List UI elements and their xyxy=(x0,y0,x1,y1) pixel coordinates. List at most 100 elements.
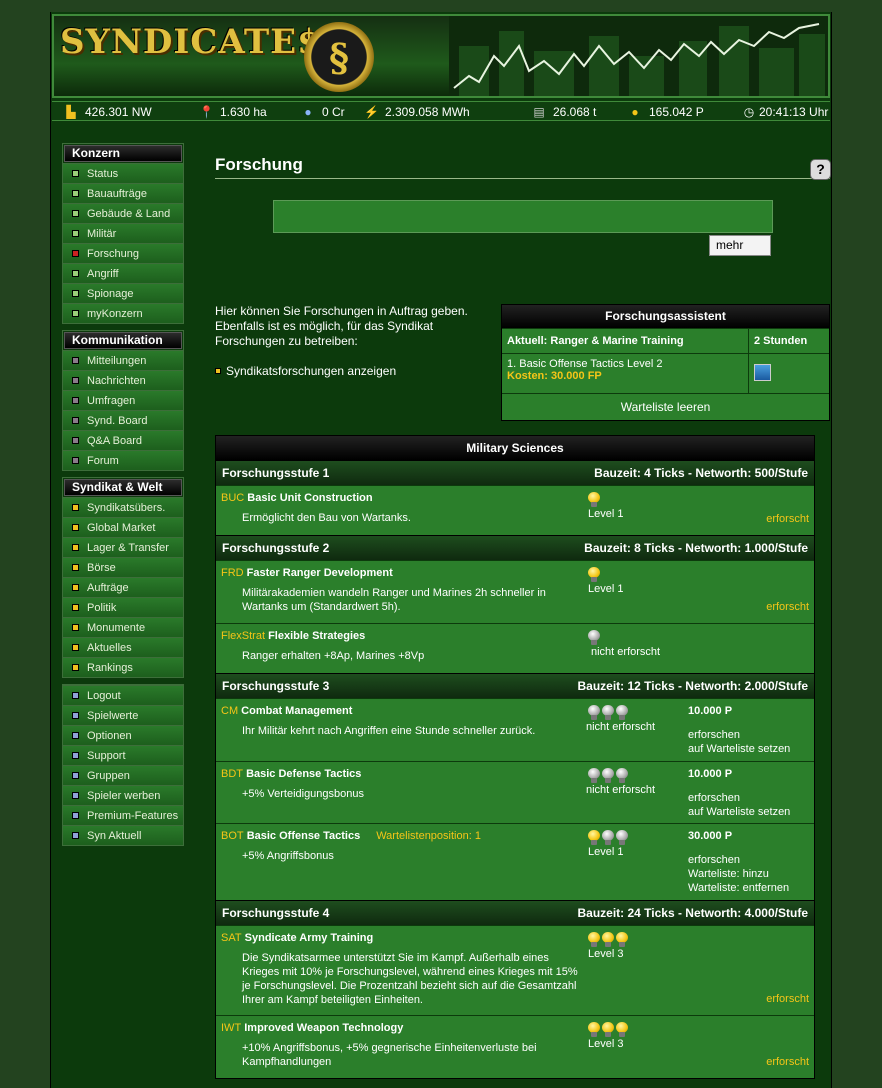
research-action-link[interactable]: Warteliste: entfernen xyxy=(688,881,789,895)
help-button[interactable]: ? xyxy=(810,159,831,180)
sidebar-item-label: Aufträge xyxy=(87,581,129,594)
mehr-button[interactable]: mehr xyxy=(709,235,771,256)
sidebar-item[interactable]: Angriff xyxy=(63,263,183,283)
lightbulb-icon xyxy=(588,830,600,845)
sidebar-item[interactable]: myKonzern xyxy=(63,303,183,323)
lightbulb-icon xyxy=(588,1022,600,1037)
bullet-icon xyxy=(72,290,79,297)
level-name: Forschungsstufe 3 xyxy=(222,679,330,693)
sidebar-item[interactable]: Aufträge xyxy=(63,577,183,597)
assistant-current: Aktuell: Ranger & Marine Training xyxy=(502,329,748,353)
sidebar-item-label: Logout xyxy=(87,689,121,702)
sidebar-item[interactable]: Rankings xyxy=(63,657,183,677)
sidebar-item[interactable]: Nachrichten xyxy=(63,370,183,390)
sidebar-item[interactable]: Forum xyxy=(63,450,183,470)
bullet-icon xyxy=(72,812,79,819)
research-status: Level 1 xyxy=(588,846,624,858)
research-level-header: Forschungsstufe 3 Bauzeit: 12 Ticks - Net… xyxy=(216,673,814,698)
sidebar-item-label: Börse xyxy=(87,561,116,574)
bullet-icon xyxy=(72,524,79,531)
syndicates-logo[interactable]: SYNDICATE$ xyxy=(60,22,322,62)
credits-value: 0 Cr xyxy=(322,105,345,119)
sidebar-item[interactable]: Politik xyxy=(63,597,183,617)
sidebar-item[interactable]: Spionage xyxy=(63,283,183,303)
menu-section: Konzern Status Bauaufträge Gebäude & Land Mi… xyxy=(62,143,184,324)
sidebar-item[interactable]: Spielwerte xyxy=(63,705,183,725)
research-action-link[interactable]: erforschen xyxy=(688,853,789,867)
sidebar-item[interactable]: Optionen xyxy=(63,725,183,745)
research-code: BOT xyxy=(221,830,244,842)
level-name: Forschungsstufe 1 xyxy=(222,466,330,480)
sidebar-item-label: Militär xyxy=(87,227,117,240)
research-title[interactable]: CM Combat Management xyxy=(221,705,352,717)
energy-stat: ⚡ 2.309.058 MWh xyxy=(364,104,470,120)
level-info: Bauzeit: 12 Ticks - Networth: 2.000/Stuf… xyxy=(577,679,808,693)
bullet-icon xyxy=(72,732,79,739)
sidebar-item[interactable]: Bauaufträge xyxy=(63,183,183,203)
research-action-link[interactable]: Warteliste: hinzu xyxy=(688,867,789,881)
sidebar-item-label: Monumente xyxy=(87,621,146,634)
bulb-base xyxy=(619,715,625,720)
research-actions: erforschen auf Warteliste setzen xyxy=(688,728,790,756)
sidebar-item[interactable]: Support xyxy=(63,745,183,765)
remove-from-queue-icon[interactable] xyxy=(754,364,771,381)
lightbulb-icon: ● xyxy=(631,105,639,119)
points-value: 165.042 P xyxy=(649,105,704,119)
sidebar-item-label: Optionen xyxy=(87,729,132,742)
research-actions: erforschen Warteliste: hinzu Warteliste: e… xyxy=(688,853,789,895)
bullet-icon xyxy=(72,504,79,511)
research-title[interactable]: IWT Improved Weapon Technology xyxy=(221,1022,403,1034)
bullet-icon xyxy=(72,310,79,317)
research-title[interactable]: BOT Basic Offense Tactics Wartelistenposi… xyxy=(221,830,481,842)
sidebar-item-label: Spionage xyxy=(87,287,134,300)
sidebar-item[interactable]: Q&A Board xyxy=(63,430,183,450)
sidebar-item[interactable]: Gruppen xyxy=(63,765,183,785)
bulb-base xyxy=(591,640,597,645)
lightbulb-icon xyxy=(602,705,614,720)
bulb-base xyxy=(591,715,597,720)
sidebar-item[interactable]: Mitteilungen xyxy=(63,350,183,370)
sidebar-item[interactable]: Global Market xyxy=(63,517,183,537)
research-action-link[interactable]: erforschen xyxy=(688,791,790,805)
sidebar-item[interactable]: Militär xyxy=(63,223,183,243)
research-action-link[interactable]: auf Warteliste setzen xyxy=(688,805,790,819)
syndicate-research-link[interactable]: Syndikatsforschungen anzeigen xyxy=(215,364,396,378)
lightbulb-icon xyxy=(588,567,600,582)
research-title[interactable]: FlexStrat Flexible Strategies xyxy=(221,630,365,642)
clear-queue-button[interactable]: Warteliste leeren xyxy=(502,394,829,420)
sidebar-item-label: Rankings xyxy=(87,661,133,674)
sidebar-item[interactable]: Spieler werben xyxy=(63,785,183,805)
bullet-icon xyxy=(72,190,79,197)
sidebar-item[interactable]: Status xyxy=(63,163,183,183)
lightbulb-icon xyxy=(616,705,628,720)
bulb-base xyxy=(605,778,611,783)
credits-stat: ● 0 Cr xyxy=(301,104,345,120)
sidebar-item[interactable]: Aktuelles xyxy=(63,637,183,657)
research-title[interactable]: BUC Basic Unit Construction xyxy=(221,492,373,504)
bullet-icon xyxy=(72,692,79,699)
research-title[interactable]: BDT Basic Defense Tactics xyxy=(221,768,361,780)
stock-ticker-graphic xyxy=(449,16,828,96)
sidebar-item[interactable]: Lager & Transfer xyxy=(63,537,183,557)
page-title: Forschung xyxy=(215,155,830,179)
sidebar-item[interactable]: Börse xyxy=(63,557,183,577)
research-action-link[interactable]: erforschen xyxy=(688,728,790,742)
research-title[interactable]: SAT Syndicate Army Training xyxy=(221,932,373,944)
sidebar-item[interactable]: Logout xyxy=(63,685,183,705)
sidebar-item[interactable]: Premium-Features xyxy=(63,805,183,825)
sidebar-item[interactable]: Syndikatsübers. xyxy=(63,497,183,517)
sidebar-item[interactable]: Gebäude & Land xyxy=(63,203,183,223)
sidebar-item-label: Aktuelles xyxy=(87,641,132,654)
queue-item: 1. Basic Offense Tactics Level 2 Kosten:… xyxy=(502,354,748,393)
bulb-base xyxy=(619,778,625,783)
research-action-link[interactable]: auf Warteliste setzen xyxy=(688,742,790,756)
bullet-icon xyxy=(72,170,79,177)
research-title[interactable]: FRD Faster Ranger Development xyxy=(221,567,393,579)
intro-text: Hier können Sie Forschungen in Auftrag g… xyxy=(215,304,468,348)
sidebar-item[interactable]: Monumente xyxy=(63,617,183,637)
sidebar-item-label: Syn Aktuell xyxy=(87,829,142,842)
sidebar-item[interactable]: Synd. Board xyxy=(63,410,183,430)
sidebar-item[interactable]: Umfragen xyxy=(63,390,183,410)
sidebar-item[interactable]: Forschung xyxy=(63,243,183,263)
sidebar-item[interactable]: Syn Aktuell xyxy=(63,825,183,845)
